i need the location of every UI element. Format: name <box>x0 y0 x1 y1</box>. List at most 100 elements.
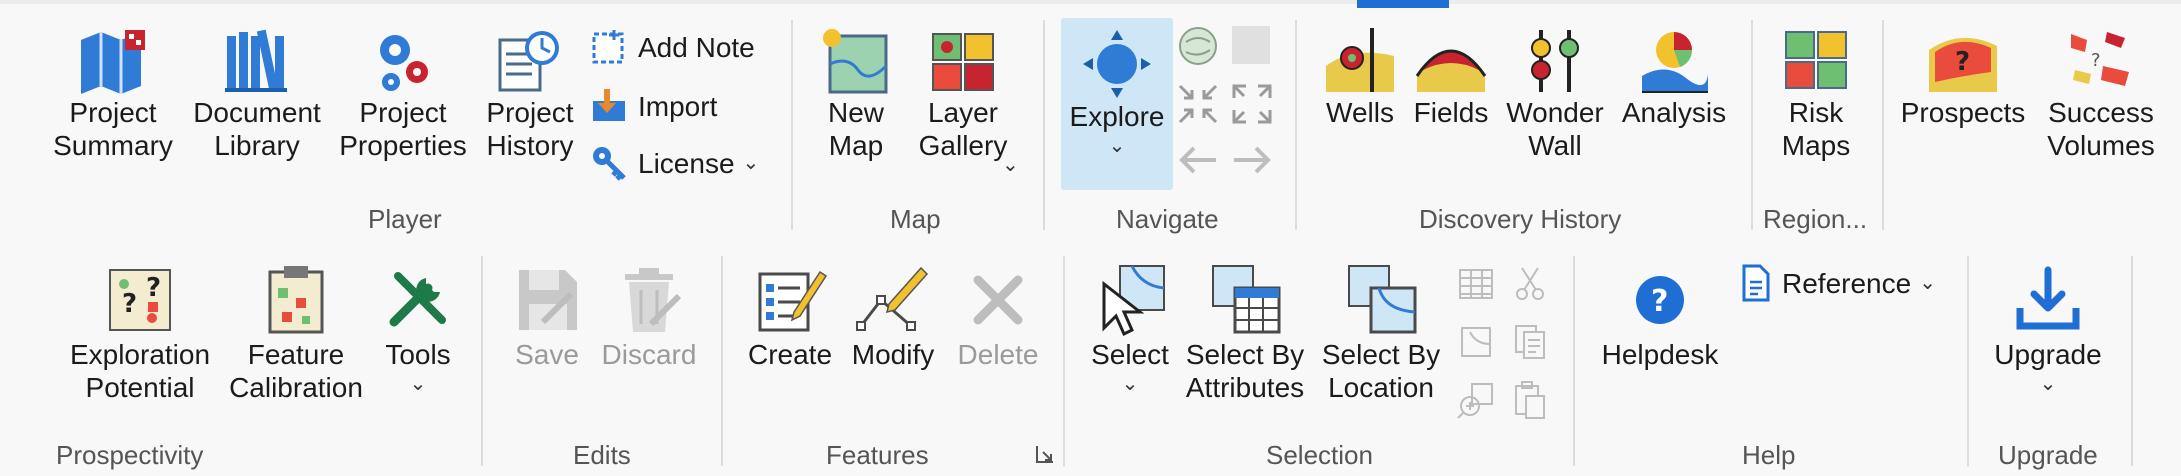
attribute-table-icon[interactable] <box>1456 264 1496 304</box>
gears-icon <box>380 35 428 91</box>
create-label: Create <box>747 339 833 370</box>
import-button[interactable]: Import <box>590 83 717 129</box>
license-dropdown-chevron-icon: ⌄ <box>742 152 760 174</box>
zoom-to-selection-icon[interactable] <box>1456 380 1496 420</box>
active-tab-indicator <box>1357 0 1449 8</box>
reference-label: Reference <box>1782 267 1912 299</box>
select-attributes-icon <box>1212 265 1281 334</box>
group-separator <box>1295 20 1297 230</box>
delete-label: Delete <box>957 339 1039 370</box>
exploration-potential-icon: ? ? <box>109 269 171 331</box>
add-note-label: Add Note <box>638 31 755 63</box>
select-by-attributes-button[interactable]: Select By Attributes <box>1180 262 1310 404</box>
dialog-launcher-icon[interactable] <box>1035 444 1055 464</box>
group-separator <box>721 256 723 466</box>
fields-button[interactable]: Fields <box>1406 26 1496 129</box>
prospects-icon: ? <box>1929 37 1997 92</box>
tools-chevron-icon: ⌄ <box>409 373 427 395</box>
feature-calibration-button[interactable]: Feature Calibration <box>222 262 370 404</box>
explore-button[interactable]: Explore ⌄ <box>1061 26 1173 157</box>
select-location-icon <box>1348 265 1417 334</box>
tools-button[interactable]: Tools ⌄ <box>372 262 464 395</box>
select-cursor-icon <box>1102 265 1165 337</box>
feature-calibration-label: Feature Calibration <box>229 339 363 403</box>
document-library-label: Document Library <box>193 97 321 161</box>
new-map-button[interactable]: New Map <box>812 26 900 162</box>
layer-gallery-button[interactable]: Layer Gallery ⌄ <box>902 26 1024 176</box>
svg-text:?: ? <box>146 273 161 303</box>
trash-icon <box>625 268 682 332</box>
modify-button[interactable]: Modify <box>842 262 944 371</box>
create-checklist-icon <box>758 270 828 332</box>
document-icon <box>1742 264 1770 302</box>
zoom-in-fixed-icon[interactable] <box>1176 82 1220 126</box>
project-summary-button[interactable]: Project Summary <box>40 26 186 162</box>
discard-button[interactable]: Discard <box>596 262 702 371</box>
globe-icon[interactable] <box>1176 24 1220 68</box>
group-separator <box>1751 20 1753 230</box>
document-library-button[interactable]: Document Library <box>186 26 328 162</box>
upgrade-button[interactable]: Upgrade ⌄ <box>1986 262 2110 395</box>
create-button[interactable]: Create <box>742 262 838 371</box>
analysis-button[interactable]: Analysis <box>1614 26 1734 129</box>
group-separator <box>1967 256 1969 466</box>
select-label: Select <box>1091 339 1169 370</box>
copy-icon[interactable] <box>1510 322 1550 362</box>
analysis-icon <box>1642 32 1708 93</box>
sticky-note-icon <box>592 30 624 64</box>
zoom-out-fixed-icon[interactable] <box>1230 82 1274 126</box>
success-volumes-icon: ? <box>2071 32 2129 86</box>
previous-extent-icon[interactable] <box>1176 140 1220 180</box>
download-icon <box>2016 266 2080 330</box>
svg-text:?: ? <box>122 289 137 319</box>
ribbon-top-edge <box>0 0 2181 4</box>
svg-text:?: ? <box>1955 47 1970 77</box>
explore-navigation-icon <box>1083 30 1151 98</box>
project-properties-button[interactable]: Project Properties <box>330 26 476 162</box>
group-separator <box>1043 20 1045 230</box>
fields-icon <box>1415 49 1487 92</box>
wonder-wall-button[interactable]: Wonder Wall <box>1498 26 1612 162</box>
group-label-edits: Edits <box>573 440 631 470</box>
group-separator <box>1573 256 1575 466</box>
prospects-button[interactable]: ? Prospects <box>1898 26 2028 129</box>
exploration-potential-button[interactable]: ? ? Exploration Potential <box>60 262 220 404</box>
project-history-label: Project History <box>486 97 574 161</box>
save-disk-icon <box>519 270 577 330</box>
clear-selection-icon[interactable] <box>1456 322 1496 362</box>
layer-gallery-icon <box>932 33 994 91</box>
group-label-region: Region... <box>1763 204 1868 234</box>
new-map-label: New Map <box>827 97 884 161</box>
success-volumes-button[interactable]: ? Success Volumes <box>2036 26 2166 162</box>
save-label: Save <box>515 339 579 370</box>
save-button[interactable]: Save <box>502 262 592 371</box>
feature-calibration-icon <box>268 266 324 334</box>
group-separator <box>791 20 793 230</box>
group-label-prospectivity: Prospectivity <box>56 440 204 470</box>
group-label-discovery-history: Discovery History <box>1419 204 1622 234</box>
delete-button[interactable]: Delete <box>948 262 1048 371</box>
risk-maps-button[interactable]: Risk Maps <box>1766 26 1866 162</box>
cut-scissors-icon[interactable] <box>1510 264 1550 304</box>
map-folded-icon <box>81 30 145 94</box>
reference-button[interactable]: Reference ⌄ <box>1738 260 1936 306</box>
add-note-button[interactable]: Add Note <box>590 24 755 70</box>
project-history-button[interactable]: Project History <box>476 26 584 162</box>
layer-gallery-chevron-icon: ⌄ <box>1002 154 1019 176</box>
select-button[interactable]: Select ⌄ <box>1084 262 1176 395</box>
books-icon <box>225 29 287 92</box>
explore-chevron-icon: ⌄ <box>1108 135 1126 157</box>
select-by-location-button[interactable]: Select By Location <box>1316 262 1446 404</box>
prospects-label: Prospects <box>1900 97 2026 128</box>
layer-gallery-label: Layer Gallery <box>919 96 1008 162</box>
upgrade-chevron-icon: ⌄ <box>2039 373 2057 395</box>
placeholder-disabled-button[interactable] <box>1232 26 1270 64</box>
helpdesk-button[interactable]: ? Helpdesk <box>1594 262 1726 371</box>
select-by-location-label: Select By Location <box>1321 339 1441 403</box>
paste-icon[interactable] <box>1510 380 1550 420</box>
upgrade-label: Upgrade <box>1994 339 2102 370</box>
wells-button[interactable]: Wells <box>1316 26 1404 129</box>
license-button[interactable]: License ⌄ <box>590 140 759 186</box>
next-extent-icon[interactable] <box>1230 140 1274 180</box>
wonder-wall-icon <box>1531 30 1579 92</box>
